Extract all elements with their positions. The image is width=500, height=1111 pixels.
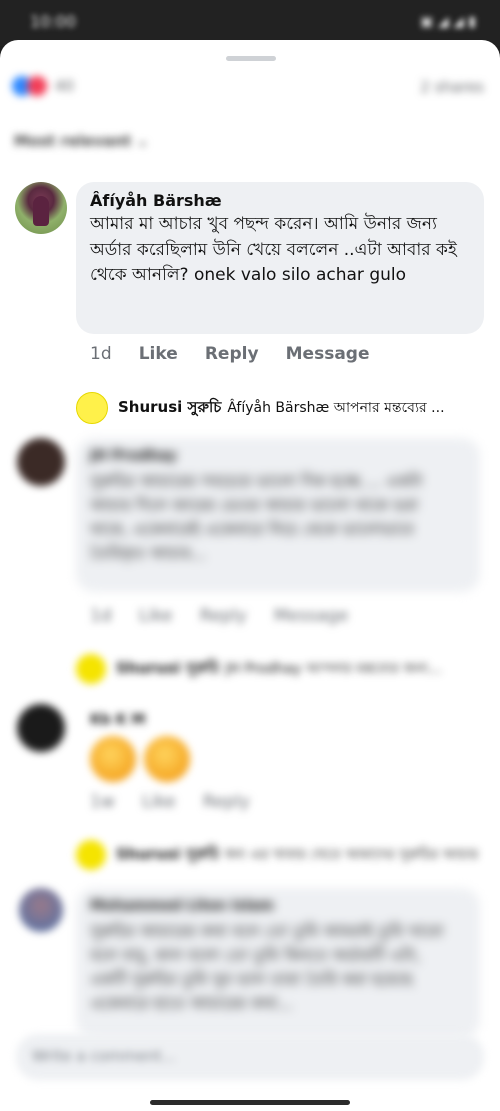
comment-actions: 1d Like Reply Message bbox=[90, 344, 392, 364]
sheet-drag-handle[interactable] bbox=[226, 56, 276, 61]
comment-author[interactable]: Mohammed Liton Islam bbox=[90, 898, 274, 914]
comment-time[interactable]: 1d bbox=[90, 606, 112, 626]
page-avatar bbox=[76, 840, 106, 870]
laughing-emoji-icon bbox=[144, 736, 190, 782]
page-avatar bbox=[76, 392, 108, 424]
avatar[interactable] bbox=[15, 182, 67, 234]
avatar-figure bbox=[33, 196, 49, 226]
like-button[interactable]: Like bbox=[139, 344, 178, 364]
status-time: 10:00 bbox=[30, 12, 77, 31]
comment-actions: 1d Like Reply Message bbox=[90, 606, 370, 626]
comment-author[interactable]: Âfíyåh Bärshæ bbox=[90, 191, 222, 210]
avatar[interactable] bbox=[17, 704, 65, 752]
reply-preview-text: ধন্য এর খাবার খেতে আমাদের সুরুচির আচার bbox=[225, 847, 479, 863]
comment-text: সুরুচির আচারের সবচেয়ে ভালো দিক হচ্ছে ..… bbox=[90, 472, 423, 563]
reply-author[interactable]: Shurusi সুরুচি bbox=[116, 843, 219, 868]
page-avatar bbox=[76, 654, 106, 684]
reaction-count: 40 bbox=[55, 77, 75, 95]
comment-author[interactable]: Kb K M bbox=[90, 712, 145, 728]
comment-bubble[interactable]: JH Prodhay সুরুচির আচারের সবচেয়ে ভালো দ… bbox=[76, 438, 480, 592]
reply-preview-text: JH Prodhay আপনার মন্তব্যের জন্য... bbox=[225, 661, 442, 677]
message-button[interactable]: Message bbox=[274, 606, 349, 626]
comment-time[interactable]: 1d bbox=[90, 344, 112, 364]
comment-bubble[interactable]: Mohammed Liton Islam সুরুচির আচারের কথা … bbox=[76, 888, 480, 1038]
avatar[interactable] bbox=[17, 438, 65, 486]
reply-preview[interactable]: Shurusi সুরুচি Âfíyåh Bärshæ আপনার মন্তব… bbox=[76, 392, 486, 424]
reply-preview-text: Âfíyåh Bärshæ আপনার মন্তব্যের ... bbox=[227, 400, 445, 416]
reply-button[interactable]: Reply bbox=[203, 792, 250, 812]
sort-dropdown[interactable]: Most relevant ⌄ bbox=[14, 132, 149, 150]
comment-text: আমার মা আচার খুব পছন্দ করেন। আমি উনার জন… bbox=[90, 214, 457, 285]
reply-preview[interactable]: Shurusi সুরুচি ধন্য এর খাবার খেতে আমাদের… bbox=[76, 840, 486, 870]
message-button[interactable]: Message bbox=[286, 344, 370, 364]
comment-author[interactable]: JH Prodhay bbox=[90, 448, 177, 464]
reply-preview[interactable]: Shurusi সুরুচি JH Prodhay আপনার মন্তব্যে… bbox=[76, 654, 486, 684]
avatar[interactable] bbox=[19, 888, 63, 932]
love-reaction-icon bbox=[27, 76, 47, 96]
reply-button[interactable]: Reply bbox=[200, 606, 247, 626]
shares-count[interactable]: 2 shares bbox=[420, 78, 484, 96]
comment-time[interactable]: 1w bbox=[90, 792, 115, 812]
comments-sheet: 40 2 shares Most relevant ⌄ Âfíyåh Bärsh… bbox=[0, 40, 500, 1111]
emoji-reaction-content bbox=[90, 736, 198, 786]
home-indicator bbox=[150, 1100, 350, 1105]
reply-author[interactable]: Shurusi সুরুচি bbox=[118, 396, 221, 421]
like-button[interactable]: Like bbox=[142, 792, 176, 812]
comment-bubble[interactable]: Âfíyåh Bärshæ আমার মা আচার খুব পছন্দ করে… bbox=[76, 182, 484, 334]
comment-input[interactable]: Write a comment... bbox=[16, 1034, 484, 1080]
chevron-down-icon: ⌄ bbox=[136, 132, 149, 150]
comment-actions: 1w Like Reply bbox=[90, 792, 272, 812]
comment-input-placeholder: Write a comment... bbox=[32, 1047, 176, 1065]
like-button[interactable]: Like bbox=[139, 606, 173, 626]
status-icons: ▣ ◢ ◢ ▮ bbox=[420, 14, 476, 30]
reply-author[interactable]: Shurusi সুরুচি bbox=[116, 657, 219, 682]
sort-label: Most relevant bbox=[14, 132, 132, 150]
comment-text: সুরুচির আচারের কথা বলে তো তুমি আমরাই তুম… bbox=[90, 922, 444, 1013]
reply-button[interactable]: Reply bbox=[205, 344, 259, 364]
reaction-summary[interactable]: 40 bbox=[12, 76, 74, 96]
laughing-emoji-icon bbox=[90, 736, 136, 782]
